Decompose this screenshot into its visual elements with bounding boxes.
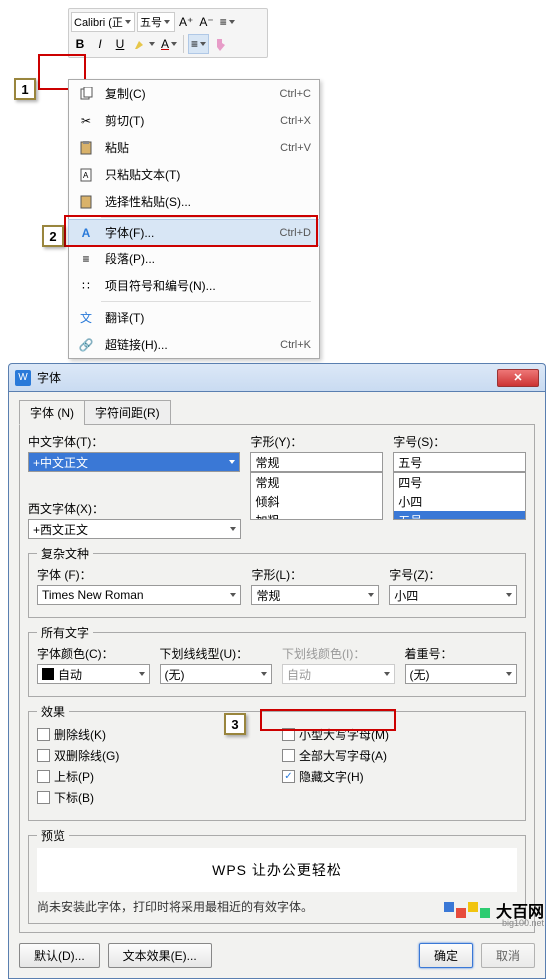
dblstrike-checkbox[interactable]: 双删除线(G) (37, 747, 272, 764)
bullets-icon: ∷ (77, 278, 95, 294)
emphasis-dropdown[interactable]: (无) (405, 664, 518, 684)
style-label: 字形(Y)： (250, 433, 383, 450)
allcaps-checkbox[interactable]: 全部大写字母(A) (282, 747, 517, 764)
default-button[interactable]: 默认(D)... (19, 943, 100, 968)
formatting-toolbar: Calibri (正 五号 A⁺ A⁻ ≡ B I U A ≡ (68, 8, 268, 58)
text-effect-button[interactable]: 文本效果(E)... (108, 943, 212, 968)
menu-hyperlink[interactable]: 🔗 超链接(H)...Ctrl+K (69, 331, 319, 358)
highlight-box-3 (260, 709, 396, 731)
underline-button[interactable]: U (111, 34, 129, 54)
format-painter-button[interactable] (211, 34, 229, 54)
close-button[interactable]: ✕ (497, 369, 539, 387)
ok-button[interactable]: 确定 (419, 943, 473, 968)
clipboard-icon (77, 140, 95, 156)
size-label: 字号(S)： (393, 433, 526, 450)
cn-font-label: 中文字体(T)： (28, 433, 240, 450)
tab-spacing[interactable]: 字符间距(R) (84, 400, 171, 425)
font-color-button[interactable]: A (159, 34, 179, 54)
watermark-url: big100.net (502, 918, 544, 928)
line-spacing-button[interactable]: ≡ (218, 12, 237, 32)
underline-style-dropdown[interactable]: (无) (160, 664, 273, 684)
scissors-icon: ✂ (77, 113, 95, 129)
logo-icon (444, 902, 490, 918)
font-size-dropdown[interactable]: 五号 (137, 12, 175, 32)
align-button[interactable]: ≡ (188, 34, 209, 54)
complex-script-group: 复杂文种 字体 (F)： Times New Roman 字形(L)： 常规 字… (28, 545, 526, 618)
highlight-box-2 (64, 215, 318, 247)
highlight-button[interactable] (131, 34, 157, 54)
style-input[interactable]: 常规 (250, 452, 383, 472)
menu-paragraph[interactable]: ≡ 段落(P)... (69, 245, 319, 272)
menu-cut[interactable]: ✂ 剪切(T)Ctrl+X (69, 107, 319, 134)
link-icon: 🔗 (77, 337, 95, 353)
menu-paste-text[interactable]: A 只粘贴文本(T) (69, 161, 319, 188)
subscript-checkbox[interactable]: 下标(B) (37, 789, 272, 806)
menu-paste-special[interactable]: 选择性粘贴(S)... (69, 188, 319, 215)
svg-text:A: A (83, 171, 89, 180)
menu-paste[interactable]: 粘贴Ctrl+V (69, 134, 319, 161)
font-color-dropdown[interactable]: 自动 (37, 664, 150, 684)
preview-box: WPS 让办公更轻松 (37, 848, 517, 892)
decrease-font-button[interactable]: A⁻ (197, 12, 215, 32)
tab-font[interactable]: 字体 (N) (19, 400, 85, 425)
wps-icon: W (15, 370, 31, 386)
increase-font-button[interactable]: A⁺ (177, 12, 195, 32)
hidden-checkbox[interactable]: ✓隐藏文字(H) (282, 768, 517, 785)
translate-icon: 文 (77, 310, 95, 326)
menu-bullets[interactable]: ∷ 项目符号和编号(N)... (69, 272, 319, 299)
complex-size-dropdown[interactable]: 小四 (389, 585, 517, 605)
west-font-dropdown[interactable]: +西文正文 (28, 519, 241, 539)
callout-3: 3 (224, 713, 246, 735)
menu-translate[interactable]: 文 翻译(T) (69, 304, 319, 331)
menu-copy[interactable]: 复制(C)Ctrl+C (69, 80, 319, 107)
underline-color-dropdown: 自动 (282, 664, 395, 684)
all-text-group: 所有文字 字体颜色(C)： 自动 下划线线型(U)： (无) 下划线颜色(I)：… (28, 624, 526, 697)
callout-1: 1 (14, 78, 36, 100)
complex-font-dropdown[interactable]: Times New Roman (37, 585, 241, 605)
font-name-dropdown[interactable]: Calibri (正 (71, 12, 135, 32)
size-input[interactable]: 五号 (393, 452, 526, 472)
cn-font-dropdown[interactable]: +中文正文 (28, 452, 240, 472)
cancel-button-partial[interactable]: 取消 (481, 943, 535, 968)
font-dialog: W 字体 ✕ 字体 (N) 字符间距(R) 中文字体(T)： +中文正文 字形(… (8, 363, 546, 979)
superscript-checkbox[interactable]: 上标(P) (37, 768, 272, 785)
paragraph-icon: ≡ (77, 251, 95, 267)
bold-button[interactable]: B (71, 34, 89, 54)
complex-style-dropdown[interactable]: 常规 (251, 585, 379, 605)
callout-2: 2 (42, 225, 64, 247)
west-font-label: 西文字体(X)： (28, 500, 241, 517)
copy-icon (77, 86, 95, 102)
italic-button[interactable]: I (91, 34, 109, 54)
dialog-titlebar[interactable]: W 字体 ✕ (8, 363, 546, 391)
dialog-title: 字体 (37, 369, 497, 386)
paste-text-icon: A (77, 167, 95, 183)
paste-special-icon (77, 194, 95, 210)
